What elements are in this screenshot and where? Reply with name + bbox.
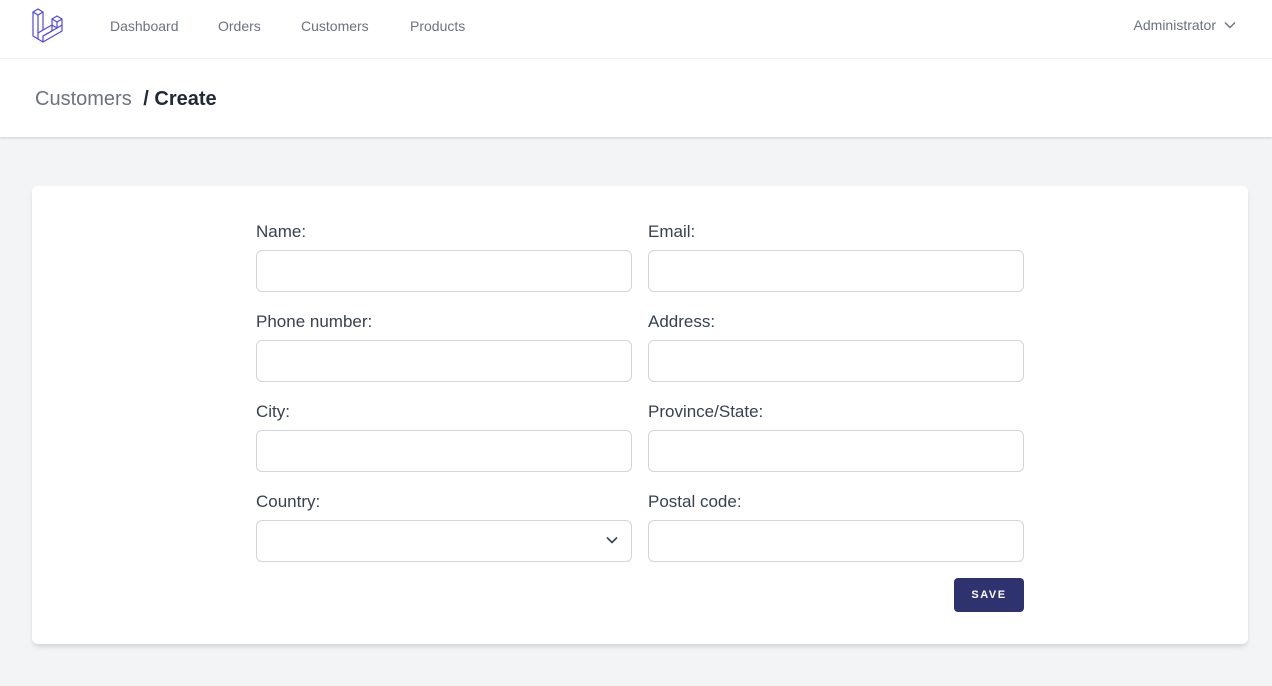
breadcrumb-separator: / (143, 88, 149, 110)
email-label: Email: (648, 222, 696, 241)
nav-link-customers[interactable]: Customers (301, 18, 369, 34)
user-name: Administrator (1133, 17, 1216, 33)
breadcrumb: Customers / Create (35, 87, 217, 111)
phone-label: Phone number: (256, 312, 373, 331)
email-input[interactable] (648, 250, 1024, 292)
province-label: Province/State: (648, 402, 764, 421)
province-input[interactable] (648, 430, 1024, 472)
top-navigation: Dashboard Orders Customers Products Admi… (0, 0, 1272, 59)
breadcrumb-customers-link[interactable]: Customers (35, 88, 132, 110)
nav-link-dashboard[interactable]: Dashboard (110, 18, 179, 34)
city-input[interactable] (256, 430, 632, 472)
chevron-down-icon (606, 536, 618, 544)
country-select[interactable] (256, 520, 632, 562)
page-header: Customers / Create (0, 59, 1272, 137)
laravel-logo-icon[interactable] (31, 8, 67, 44)
country-label: Country: (256, 492, 321, 511)
address-input[interactable] (648, 340, 1024, 382)
address-label: Address: (648, 312, 716, 331)
chevron-down-icon (1224, 22, 1236, 29)
postal-code-label: Postal code: (648, 492, 742, 511)
user-menu[interactable]: Administrator (1134, 17, 1236, 33)
phone-input[interactable] (256, 340, 632, 382)
save-button[interactable]: SAVE (954, 578, 1024, 612)
city-label: City: (256, 402, 290, 421)
name-label: Name: (256, 222, 307, 241)
postal-code-input[interactable] (648, 520, 1024, 562)
page-title: Create (154, 88, 217, 110)
nav-link-orders[interactable]: Orders (218, 18, 261, 34)
nav-link-products[interactable]: Products (410, 18, 465, 34)
name-input[interactable] (256, 250, 632, 292)
customer-form-card: Name: Email: Phone number: Address: City… (32, 186, 1248, 644)
